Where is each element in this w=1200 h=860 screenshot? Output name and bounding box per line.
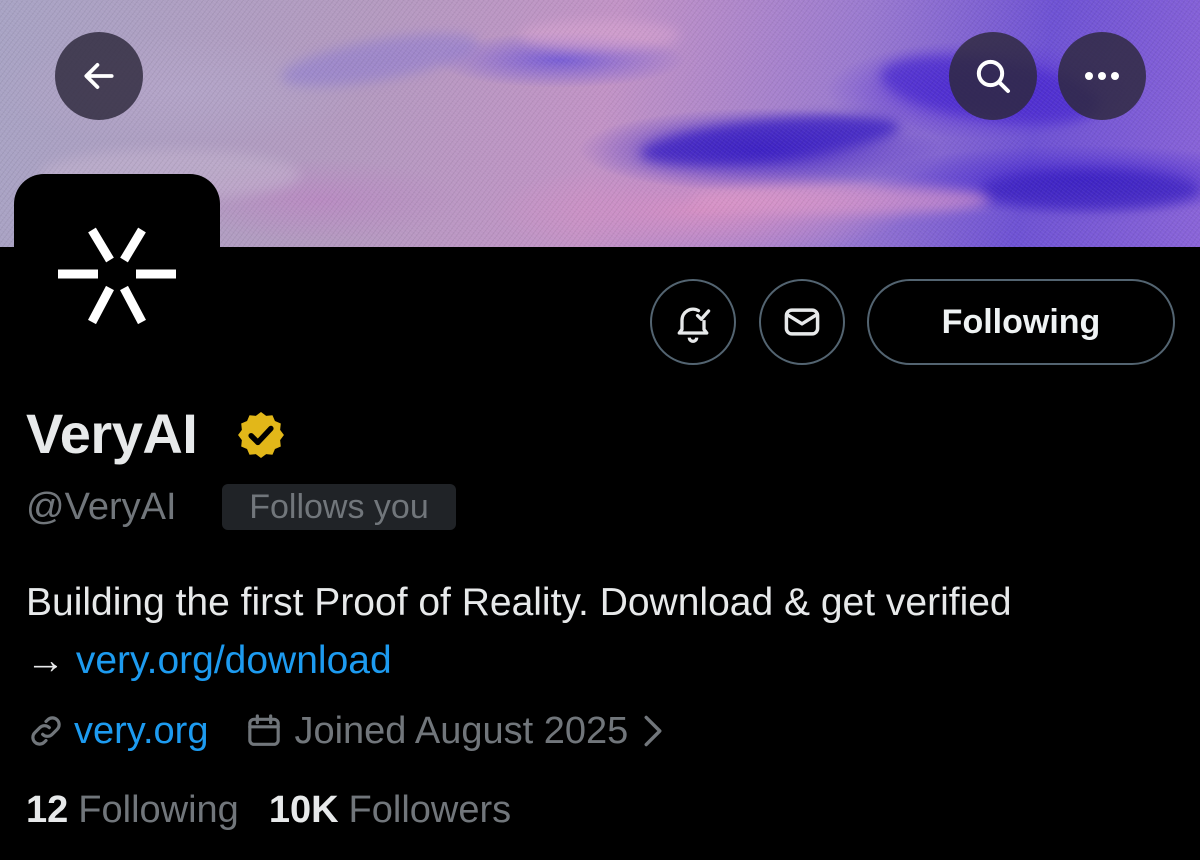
- search-icon: [976, 59, 1010, 93]
- arrow-left-icon: [84, 63, 114, 89]
- link-icon: [26, 711, 66, 751]
- followers-stat[interactable]: 10K Followers: [269, 789, 511, 832]
- following-label: Following: [78, 788, 239, 831]
- follows-you-badge: Follows you: [222, 484, 456, 530]
- more-options-button[interactable]: [1058, 32, 1146, 120]
- profile-screen: Following VeryAI @VeryAI Follows you Bui…: [0, 0, 1200, 860]
- user-handle: @VeryAI: [26, 486, 177, 528]
- profile-bio: Building the first Proof of Reality. Dow…: [26, 574, 1176, 690]
- following-count: 12: [26, 788, 69, 831]
- back-button[interactable]: [55, 32, 143, 120]
- bio-text: Building the first Proof of Reality. Dow…: [26, 581, 1012, 624]
- notifications-button[interactable]: [650, 279, 736, 365]
- envelope-icon: [784, 308, 820, 336]
- bio-download-link[interactable]: very.org/download: [76, 639, 392, 682]
- following-stat[interactable]: 12 Following: [26, 789, 239, 832]
- search-button[interactable]: [949, 32, 1037, 120]
- following-button[interactable]: Following: [867, 279, 1175, 365]
- website-link[interactable]: very.org: [74, 710, 208, 753]
- avatar[interactable]: [14, 174, 220, 380]
- joined-date[interactable]: Joined August 2025: [294, 710, 628, 753]
- verified-badge-icon[interactable]: [234, 408, 288, 462]
- followers-label: Followers: [348, 788, 512, 831]
- profile-meta: very.org Joined August 2025: [26, 706, 664, 756]
- bio-arrow: →: [26, 639, 65, 682]
- chevron-right-icon[interactable]: [642, 714, 664, 748]
- followers-count: 10K: [268, 788, 339, 831]
- veryai-logo: [58, 227, 176, 325]
- bell-check-icon: [677, 307, 711, 343]
- follow-stats: 12 Following 10K Followers: [26, 785, 511, 835]
- calendar-icon: [244, 711, 284, 751]
- message-button[interactable]: [759, 279, 845, 365]
- more-horizontal-icon: [1085, 72, 1119, 80]
- display-name: VeryAI: [26, 402, 198, 465]
